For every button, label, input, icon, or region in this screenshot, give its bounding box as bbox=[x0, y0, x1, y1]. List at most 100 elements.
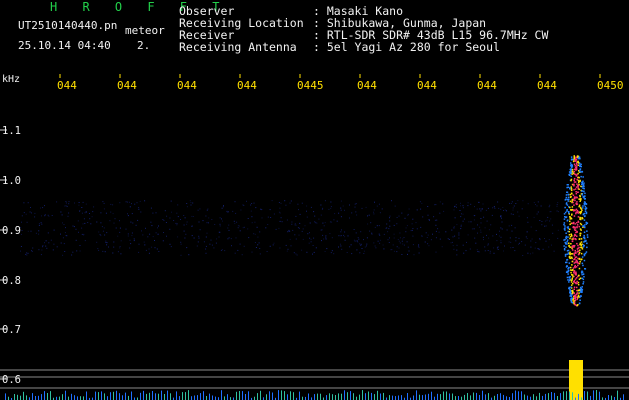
echo-pixel bbox=[580, 232, 582, 235]
noise-pixel bbox=[301, 230, 303, 232]
noise-pixel bbox=[163, 219, 165, 221]
floor-spike bbox=[341, 393, 342, 400]
noise-pixel bbox=[27, 230, 29, 232]
noise-pixel bbox=[480, 222, 482, 224]
noise-pixel bbox=[432, 233, 433, 235]
noise-pixel bbox=[539, 238, 541, 240]
noise-pixel bbox=[119, 247, 121, 249]
noise-pixel bbox=[458, 237, 460, 239]
noise-pixel bbox=[259, 253, 261, 255]
floor-spike bbox=[452, 393, 453, 400]
echo-pixel bbox=[574, 256, 577, 259]
noise-pixel bbox=[480, 210, 482, 212]
time-tick-3: 044 bbox=[177, 79, 197, 92]
noise-pixel bbox=[407, 213, 409, 215]
noise-pixel bbox=[23, 212, 25, 214]
noise-pixel bbox=[162, 240, 164, 242]
noise-pixel bbox=[180, 243, 182, 245]
noise-pixel bbox=[320, 229, 322, 231]
floor-spike bbox=[287, 394, 288, 400]
noise-pixel bbox=[322, 234, 324, 236]
echo-pixel bbox=[573, 155, 575, 157]
noise-pixel bbox=[89, 213, 90, 214]
noise-pixel bbox=[439, 238, 441, 240]
floor-spike bbox=[494, 395, 495, 400]
echo-pixel bbox=[569, 289, 572, 292]
noise-pixel bbox=[511, 224, 513, 226]
echo-pixel bbox=[581, 262, 584, 265]
noise-pixel bbox=[506, 229, 508, 231]
noise-pixel bbox=[293, 252, 295, 254]
noise-pixel bbox=[379, 242, 381, 244]
noise-pixel bbox=[493, 247, 495, 249]
noise-pixel bbox=[452, 245, 454, 247]
noise-pixel bbox=[53, 229, 55, 231]
noise-pixel bbox=[371, 233, 373, 235]
floor-spike bbox=[572, 392, 573, 400]
echo-pixel bbox=[575, 208, 578, 211]
floor-spike bbox=[503, 394, 504, 400]
noise-pixel bbox=[331, 221, 333, 223]
noise-pixel bbox=[412, 235, 414, 237]
noise-pixel bbox=[489, 252, 491, 254]
echo-pixel bbox=[582, 273, 585, 275]
noise-pixel bbox=[222, 220, 223, 222]
echo-pixel bbox=[569, 228, 571, 230]
noise-pixel bbox=[173, 220, 175, 221]
noise-pixel bbox=[202, 220, 204, 222]
noise-pixel bbox=[157, 227, 158, 229]
echo-pixel bbox=[585, 239, 587, 242]
echo-pixel bbox=[572, 201, 574, 204]
echo-pixel bbox=[573, 196, 576, 198]
echo-pixel bbox=[584, 252, 587, 255]
noise-pixel bbox=[151, 225, 153, 227]
floor-spike bbox=[374, 394, 375, 400]
noise-pixel bbox=[503, 210, 504, 211]
noise-pixel bbox=[205, 252, 207, 254]
floor-spike bbox=[299, 391, 300, 400]
floor-spike bbox=[455, 396, 456, 400]
noise-pixel bbox=[197, 241, 199, 243]
noise-pixel bbox=[237, 227, 239, 229]
noise-pixel bbox=[215, 242, 217, 244]
freq-tick-0.7: 0.7 bbox=[2, 324, 21, 336]
noise-pixel bbox=[379, 239, 381, 241]
noise-pixel bbox=[147, 236, 149, 238]
echo-pixel bbox=[573, 215, 576, 217]
noise-pixel bbox=[537, 211, 539, 213]
noise-pixel bbox=[515, 203, 517, 204]
echo-pixel bbox=[578, 296, 580, 298]
floor-spike bbox=[497, 394, 498, 400]
noise-pixel bbox=[493, 252, 495, 254]
echo-pixel bbox=[582, 225, 584, 227]
noise-pixel bbox=[389, 237, 390, 239]
noise-pixel bbox=[434, 204, 435, 206]
noise-pixel bbox=[127, 235, 129, 237]
noise-pixel bbox=[324, 222, 326, 224]
noise-pixel bbox=[506, 210, 507, 212]
echo-pixel bbox=[566, 219, 569, 221]
floor-spike bbox=[470, 395, 471, 400]
floor-spike bbox=[431, 391, 432, 400]
noise-pixel bbox=[454, 206, 455, 208]
noise-pixel bbox=[60, 233, 61, 235]
floor-spike bbox=[521, 391, 522, 400]
echo-pixel bbox=[573, 270, 576, 272]
noise-pixel bbox=[42, 246, 44, 248]
noise-pixel bbox=[308, 242, 310, 244]
noise-pixel bbox=[235, 212, 237, 214]
noise-pixel bbox=[87, 222, 89, 223]
noise-pixel bbox=[373, 213, 375, 215]
echo-pixel bbox=[578, 253, 580, 255]
noise-pixel bbox=[131, 213, 133, 215]
noise-pixel bbox=[56, 246, 58, 248]
noise-pixel bbox=[450, 242, 452, 244]
echo-pixel bbox=[568, 234, 571, 236]
echo-pixel bbox=[566, 276, 569, 279]
noise-pixel bbox=[485, 209, 487, 211]
floor-spike bbox=[551, 392, 552, 400]
echo-pixel bbox=[578, 292, 580, 294]
noise-pixel bbox=[527, 203, 529, 205]
floor-spike bbox=[611, 395, 612, 400]
echo-pixel bbox=[585, 203, 588, 205]
